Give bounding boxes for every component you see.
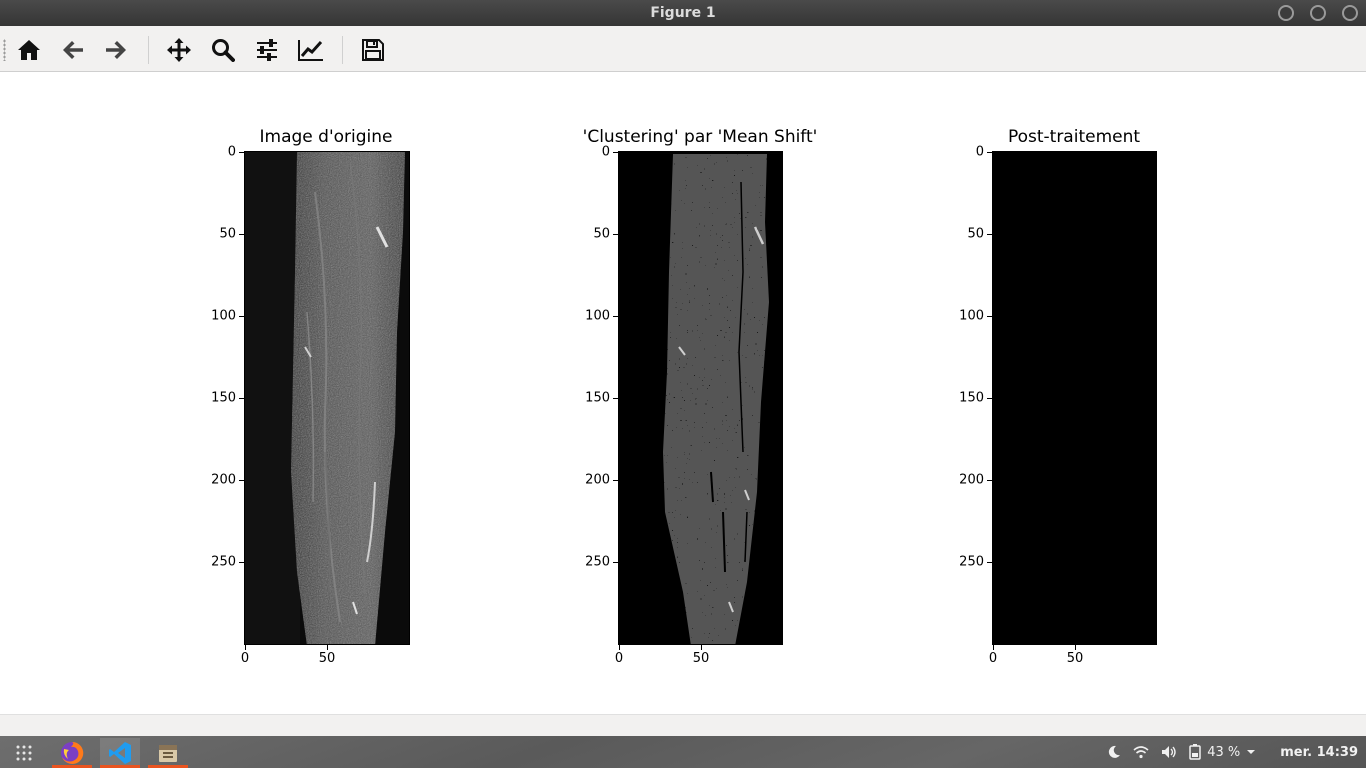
battery-percent: 43 % [1207,744,1241,760]
home-button[interactable] [14,35,44,65]
pan-button[interactable] [164,35,194,65]
y-tick-label: 250 [585,554,610,570]
subplot-1-image[interactable] [244,151,410,645]
volume-icon[interactable] [1161,745,1177,759]
forward-button[interactable] [101,35,131,65]
y-tick-label: 100 [585,308,610,324]
pan-move-icon [167,38,191,62]
firefox-icon [61,741,84,764]
subplot-3-title: Post-traitement [1007,127,1141,147]
y-tick-label: 250 [959,554,984,570]
y-tick-label: 0 [975,144,984,160]
y-tick-label: 0 [601,144,610,160]
y-tick-label: 150 [959,390,984,406]
subplot-3-image[interactable] [992,151,1157,645]
home-icon [18,40,40,60]
x-tick-label: 50 [318,651,336,666]
configure-subplots-button[interactable] [252,35,282,65]
x-tick-label: 0 [614,651,624,666]
y-tick-label: 200 [959,472,984,488]
forward-arrow-icon [106,41,126,59]
y-tick-label: 200 [211,472,236,488]
close-button[interactable] [1342,5,1358,21]
toolbar-separator [148,36,149,64]
subplot-2-image[interactable] [618,151,783,645]
taskbar-firefox[interactable] [52,738,92,768]
zoom-magnifier-icon [212,39,235,62]
mri-original-image [245,152,409,644]
y-tick-label: 100 [211,308,236,324]
configure-subplots-icon [257,39,277,61]
chevron-down-icon[interactable] [1246,748,1256,756]
subplot-2-title: 'Clustering' par 'Mean Shift' [582,127,818,147]
toolbar-grip[interactable] [3,39,6,61]
x-tick-label: 0 [988,651,998,666]
x-tick-label: 0 [240,651,250,666]
toolbar-separator [342,36,343,64]
app-grid-button[interactable] [4,738,44,768]
vscode-icon [109,742,131,764]
edit-axis-button[interactable] [296,35,326,65]
app-grid-icon [16,745,32,761]
save-button[interactable] [358,35,388,65]
zoom-button[interactable] [208,35,238,65]
save-floppy-icon [362,39,384,61]
y-tick-label: 150 [211,390,236,406]
y-tick-label: 50 [593,226,610,242]
y-tick-label: 0 [227,144,236,160]
figure-status-bar [0,714,1366,736]
night-light-icon[interactable] [1107,745,1121,759]
y-tick-label: 250 [211,554,236,570]
y-tick-label: 50 [219,226,236,242]
subplot-1-title: Image d'origine [259,127,393,147]
clock[interactable]: mer. 14:39 [1280,745,1358,760]
minimize-button[interactable] [1278,5,1294,21]
window-title: Figure 1 [650,5,716,21]
x-tick-label: 50 [692,651,710,666]
y-tick-label: 200 [585,472,610,488]
edit-axis-curve-icon [298,40,323,61]
back-arrow-icon [63,41,83,59]
y-tick-label: 150 [585,390,610,406]
wifi-icon[interactable] [1133,745,1149,759]
back-button[interactable] [58,35,88,65]
navigation-toolbar [0,26,1366,72]
y-tick-label: 50 [967,226,984,242]
file-archive-icon [159,745,177,762]
x-tick-label: 50 [1066,651,1084,666]
battery-icon[interactable] [1189,744,1201,760]
system-taskbar: 43 % mer. 14:39 [0,736,1366,768]
maximize-button[interactable] [1310,5,1326,21]
window-titlebar[interactable]: Figure 1 [0,0,1366,26]
figure-canvas[interactable]: Image d'origine 0 50 100 150 200 250 0 5… [0,72,1366,714]
system-tray: 43 % mer. 14:39 [1101,736,1366,768]
y-tick-label: 100 [959,308,984,324]
mean-shift-clustering-image [619,152,782,644]
taskbar-vscode[interactable] [100,738,140,768]
taskbar-archive[interactable] [148,738,188,768]
